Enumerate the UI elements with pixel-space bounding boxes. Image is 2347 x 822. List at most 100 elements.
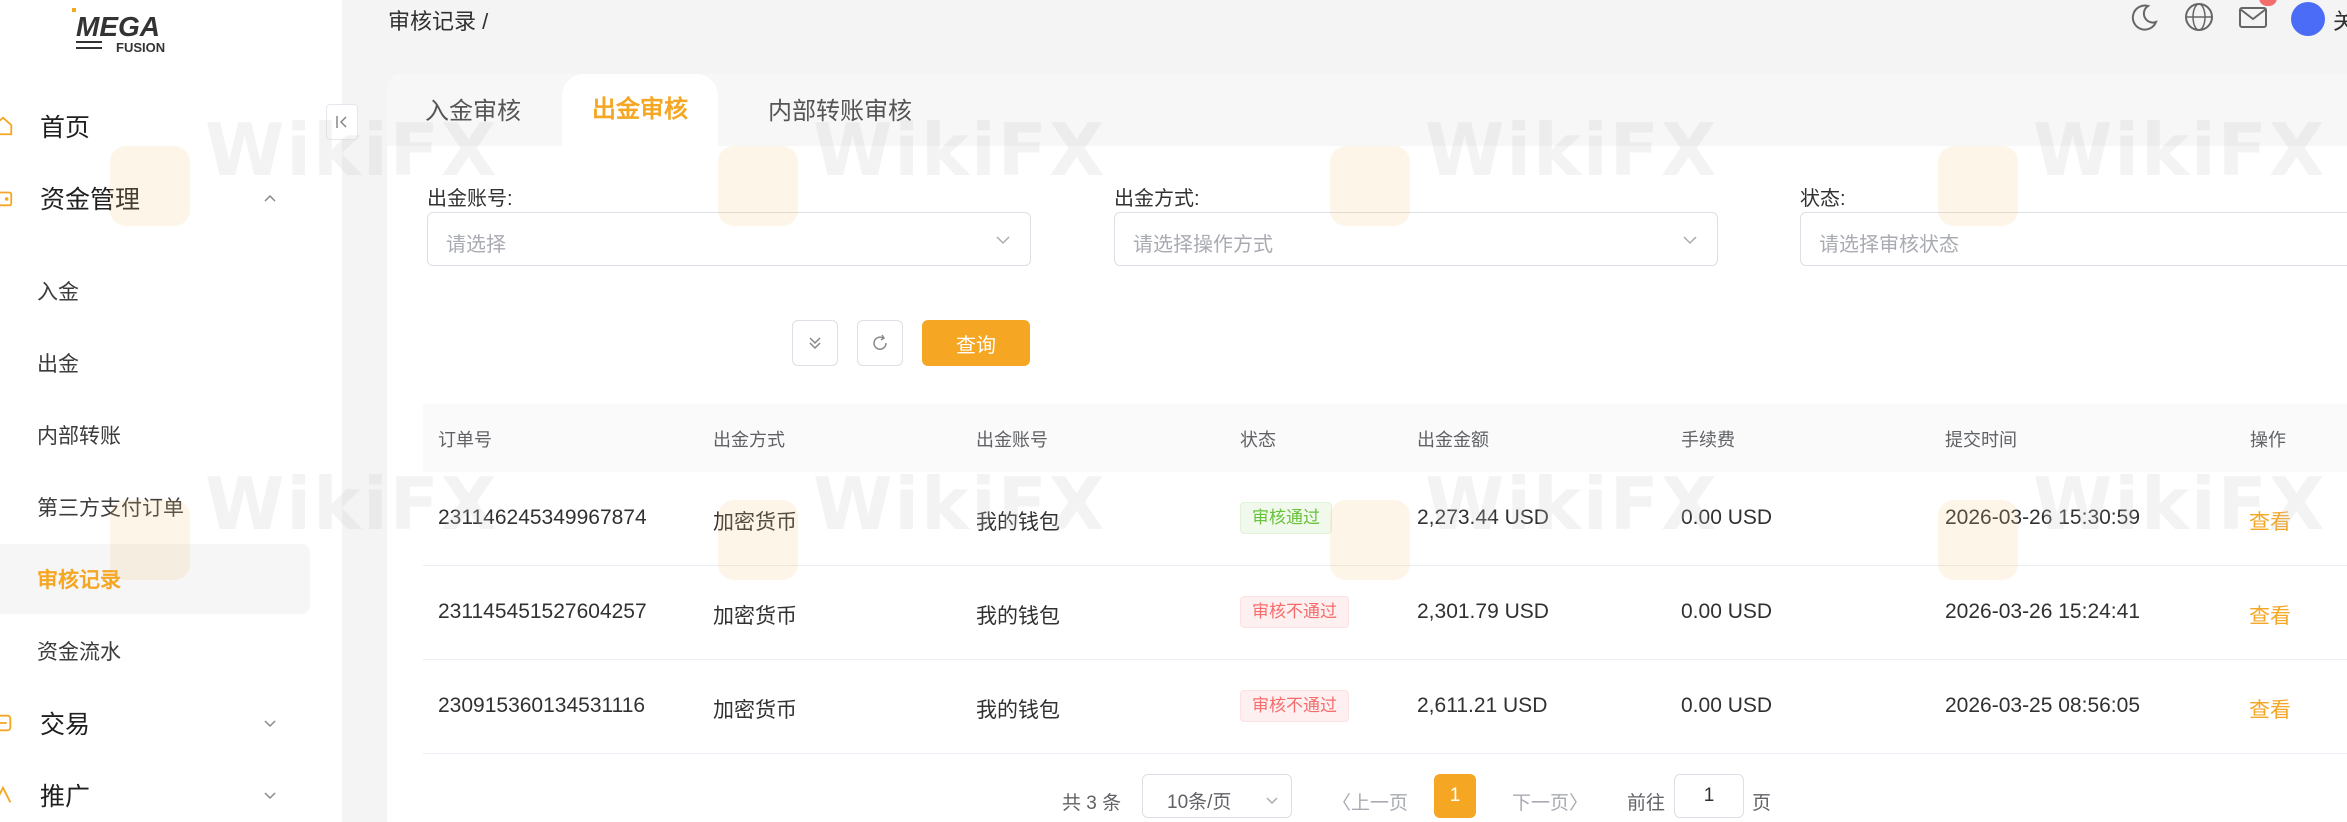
method-select[interactable]: 请选择操作方式: [1114, 212, 1718, 266]
amount-cell: 2,301.79 USD: [1417, 600, 1549, 623]
promo-icon: [0, 785, 12, 803]
account-select[interactable]: 请选择: [427, 212, 1031, 266]
collapse-icon: [336, 116, 347, 128]
status-select[interactable]: 请选择审核状态: [1800, 212, 2347, 266]
svg-text:MEGA: MEGA: [76, 11, 160, 42]
status-badge: 审核不通过: [1240, 596, 1349, 628]
sidebar-item-promotion[interactable]: 推广: [0, 767, 310, 822]
sidebar-collapse-button[interactable]: [326, 104, 358, 140]
submit-time-cell: 2026-03-26 15:30:59: [1945, 506, 2140, 529]
query-button[interactable]: 查询: [922, 320, 1030, 366]
account-cell: 我的钱包: [976, 605, 1060, 628]
tab-withdraw-audit[interactable]: 出金审核: [562, 74, 718, 146]
tab-deposit-audit[interactable]: 入金审核: [425, 92, 521, 132]
sidebar-item-label: 首页: [40, 114, 91, 142]
order-id-cell: 230915360134531116: [438, 694, 646, 717]
next-page-button[interactable]: 下一页〉: [1512, 788, 1588, 815]
column-header: 出金方式: [713, 430, 785, 450]
language-globe-icon[interactable]: [2182, 0, 2216, 34]
sidebar-item-funds[interactable]: 资金管理: [0, 170, 310, 226]
fee-cell: 0.00 USD: [1681, 506, 1773, 529]
home-icon: [0, 116, 13, 136]
sidebar-item-deposit[interactable]: 入金: [0, 256, 310, 326]
order-id-cell: 231145451527604257: [438, 600, 647, 623]
expand-filters-button[interactable]: [792, 320, 838, 366]
method-select-placeholder: 请选择操作方式: [1133, 234, 1273, 256]
order-id-cell: 231146245349967874: [438, 506, 647, 529]
submit-time-cell: 2026-03-26 15:24:41: [1945, 600, 2140, 623]
goto-label: 前往: [1627, 793, 1666, 814]
column-header: 提交时间: [1945, 430, 2017, 450]
chevron-down-icon: [264, 792, 276, 800]
pagination: 共 3 条 10条/页 〈上一页 1 下一页〉 前往 1 页: [387, 774, 2347, 822]
fee-cell: 0.00 USD: [1681, 694, 1773, 717]
sidebar-item-home[interactable]: 首页: [0, 98, 310, 154]
account-filter-label: 出金账号:: [427, 188, 513, 210]
view-link[interactable]: 查看: [2249, 600, 2291, 630]
prev-page-button[interactable]: 〈上一页: [1332, 788, 1408, 815]
status-select-placeholder: 请选择审核状态: [1819, 234, 1959, 256]
chevron-down-icon: [1683, 236, 1697, 245]
table-header: 订单号 出金方式 出金账号 状态 出金金额 手续费 提交时间 操作: [423, 404, 2347, 472]
fee-cell: 0.00 USD: [1681, 600, 1773, 623]
account-select-placeholder: 请选择: [446, 234, 506, 256]
view-link[interactable]: 查看: [2249, 694, 2291, 724]
double-chevron-down-icon: [809, 337, 821, 350]
column-header: 订单号: [438, 430, 492, 450]
method-filter-label: 出金方式:: [1114, 188, 1200, 210]
sidebar-item-label: 出金: [37, 353, 79, 376]
status-badge: 审核不通过: [1240, 690, 1349, 722]
page-1-button[interactable]: 1: [1434, 774, 1476, 818]
tab-internal-transfer-audit[interactable]: 内部转账审核: [768, 92, 912, 132]
sidebar-item-label: 入金: [37, 281, 79, 304]
wallet-icon: [0, 191, 13, 207]
avatar[interactable]: [2291, 2, 2325, 36]
sidebar-item-fund-flow[interactable]: 资金流水: [0, 616, 310, 686]
svg-text:FUSION: FUSION: [116, 40, 165, 55]
sidebar-item-label: 资金管理: [40, 186, 141, 214]
page-size-value: 10条/页: [1167, 792, 1232, 813]
submit-time-cell: 2026-03-25 08:56:05: [1945, 694, 2140, 717]
sidebar-item-label: 推广: [40, 783, 91, 811]
column-header: 出金金额: [1417, 430, 1489, 450]
page-size-select[interactable]: 10条/页: [1142, 774, 1292, 818]
sidebar-item-label: 内部转账: [37, 425, 121, 448]
sidebar-item-internal-transfer[interactable]: 内部转账: [0, 400, 310, 470]
username[interactable]: 关: [2333, 4, 2347, 36]
column-header: 操作: [2250, 430, 2286, 450]
view-link[interactable]: 查看: [2249, 506, 2291, 536]
amount-cell: 2,273.44 USD: [1417, 506, 1549, 529]
amount-cell: 2,611.21 USD: [1417, 694, 1548, 717]
goto-suffix: 页: [1752, 793, 1772, 814]
goto-page-input[interactable]: 1: [1674, 774, 1744, 818]
table-row: 231145451527604257 加密货币 我的钱包 审核不通过 2,301…: [423, 566, 2347, 660]
sidebar-item-label: 第三方支付订单: [37, 497, 184, 520]
sidebar-item-label: 交易: [40, 711, 91, 739]
chevron-up-icon: [264, 194, 276, 202]
reset-button[interactable]: [857, 320, 903, 366]
tabs-bar: 入金审核 出金审核 内部转账审核: [387, 74, 2347, 146]
sidebar-item-label: 资金流水: [37, 641, 121, 664]
table-row: 231146245349967874 加密货币 我的钱包 审核通过 2,273.…: [423, 472, 2347, 566]
main-card: 入金审核 出金审核 内部转账审核 出金账号: 请选择 出金方式: 请选择操作方式…: [387, 74, 2347, 822]
sidebar-item-third-party-orders[interactable]: 第三方支付订单: [0, 472, 310, 542]
breadcrumb: 审核记录 /: [388, 9, 489, 34]
account-cell: 我的钱包: [976, 511, 1060, 534]
column-header: 状态: [1240, 430, 1276, 450]
sidebar-item-audit-records[interactable]: 审核记录: [0, 544, 310, 614]
sidebar-item-label: 审核记录: [37, 569, 121, 592]
sidebar-item-trade[interactable]: 交易: [0, 695, 310, 751]
account-cell: 我的钱包: [976, 699, 1060, 722]
pagination-total: 共 3 条: [1062, 793, 1122, 814]
status-filter-label: 状态:: [1800, 188, 1846, 210]
refresh-icon: [873, 334, 887, 350]
dark-mode-icon[interactable]: [2128, 0, 2162, 34]
column-header: 出金账号: [976, 430, 1048, 450]
column-header: 手续费: [1681, 430, 1735, 450]
chevron-down-icon: [1266, 797, 1278, 805]
sidebar-item-withdraw[interactable]: 出金: [0, 328, 310, 398]
method-cell: 加密货币: [713, 699, 797, 722]
method-cell: 加密货币: [713, 511, 797, 534]
chevron-down-icon: [264, 720, 276, 728]
mega-fusion-logo: MEGA FUSION: [72, 8, 165, 55]
